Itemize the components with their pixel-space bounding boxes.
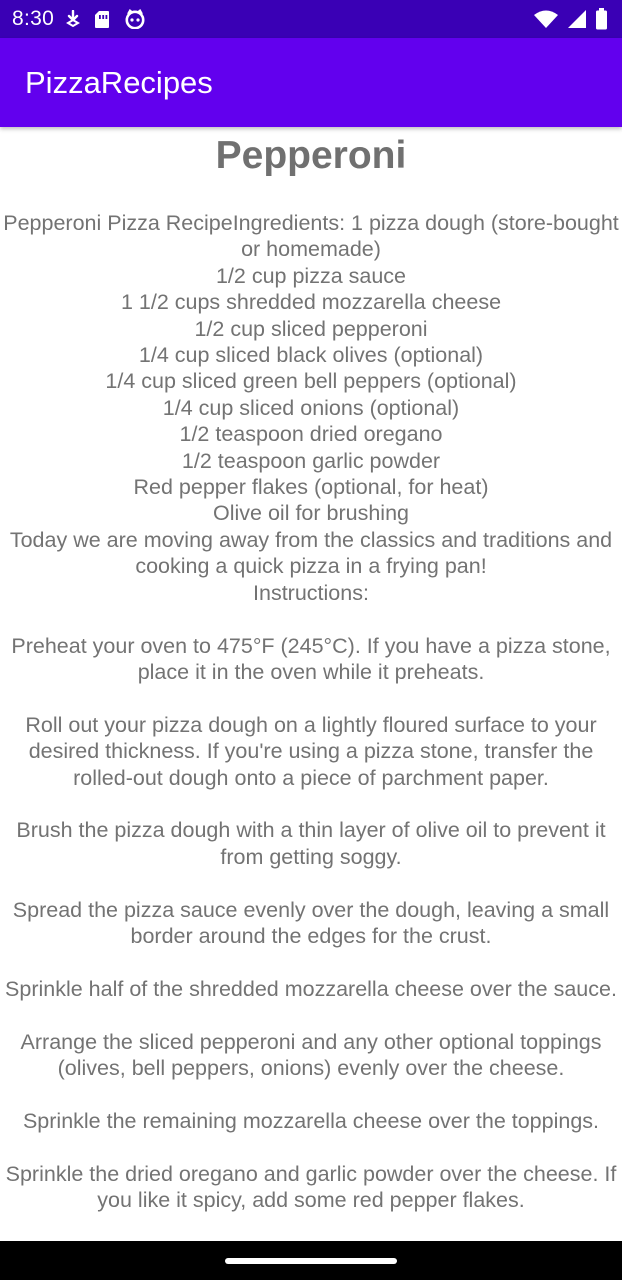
- status-bar: 8:30: [0, 0, 622, 38]
- navigation-bar: [0, 1241, 622, 1280]
- app-notification-icon: [125, 9, 145, 29]
- recipe-description: Pepperoni Pizza RecipeIngredients: 1 piz…: [3, 211, 619, 1213]
- battery-icon: [596, 8, 607, 30]
- app-title: PizzaRecipes: [25, 64, 213, 100]
- cell-signal-icon: [568, 10, 586, 28]
- recipe-title: Pepperoni: [215, 134, 407, 177]
- status-time: 8:30: [12, 7, 55, 30]
- recipe-scroll-view[interactable]: Pepperoni Pepperoni Pizza RecipeIngredie…: [0, 127, 622, 1241]
- sim-card-icon: [95, 10, 110, 28]
- app-bar: PizzaRecipes: [0, 38, 622, 127]
- status-notification-icons: [66, 9, 146, 29]
- home-gesture-handle[interactable]: [225, 1258, 397, 1264]
- wifi-icon: [534, 10, 558, 28]
- status-system-icons: [533, 8, 608, 30]
- download-icon: [66, 10, 81, 28]
